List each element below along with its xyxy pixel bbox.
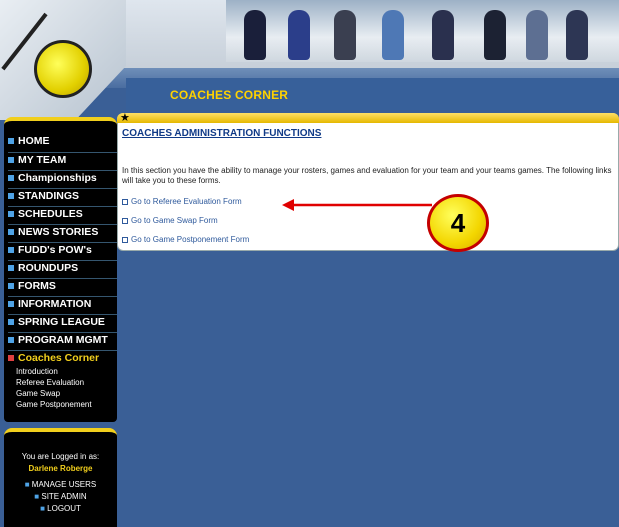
sidebar-item-fudds-pows[interactable]: FUDD's POW's [8,244,117,260]
divider [8,350,117,351]
sidebar-item-label: INFORMATION [18,298,92,310]
page-title: COACHES CORNER [170,88,289,102]
player-figure [382,10,404,60]
sidebar-item-label: STANDINGS [18,190,80,202]
bullet-icon [8,157,14,164]
user-panel: You are Logged in as: Darlene Roberge ■ … [4,428,117,527]
player-figure [526,10,548,60]
game-postponement-link[interactable]: Go to Game Postponement Form [122,235,249,244]
divider [8,260,117,261]
bullet-icon [8,337,14,344]
sidebar-item-label: SPRING LEAGUE [18,316,105,328]
link-bullet-icon [122,198,128,205]
bullet-icon [8,193,14,200]
link-label: LOGOUT [47,504,81,513]
sidebar-item-label: SCHEDULES [18,208,83,220]
sidebar-item-news-stories[interactable]: NEWS STORIES [8,226,117,242]
bullet-icon [8,211,14,218]
sidebar-item-label: HOME [18,135,50,147]
sidebar-item-label: ROUNDUPS [18,262,79,274]
intro-text: In this section you have the ability to … [122,166,612,185]
player-figure [244,10,266,60]
user-name: Darlene Roberge [28,464,93,473]
bullet-icon [8,301,14,308]
bullet-icon [8,138,14,145]
section-heading: COACHES ADMINISTRATION FUNCTIONS [122,128,322,139]
link-bullet-icon [122,236,128,243]
bullet-icon [8,265,14,272]
divider [8,296,117,297]
sidebar-item-label: Coaches Corner [18,352,100,364]
link-label: Go to Game Swap Form [131,216,218,225]
logged-in-label: You are Logged in as: [21,452,100,461]
manage-users-link[interactable]: ■ MANAGE USERS [4,480,117,489]
sidebar-nav: HOME MY TEAM Championships STANDINGS SCH… [4,117,117,422]
player-figure [334,10,356,60]
sidebar-subitem-game-postponement[interactable]: Game Postponement [16,400,92,409]
divider [8,314,117,315]
content-header-bar [117,113,619,123]
sidebar-subitem-referee-evaluation[interactable]: Referee Evaluation [16,378,84,387]
sidebar-item-label: FUDD's POW's [18,244,92,256]
bullet-icon [8,229,14,236]
sidebar-item-forms[interactable]: FORMS [8,280,117,296]
referee-evaluation-link[interactable]: Go to Referee Evaluation Form [122,197,242,206]
sidebar-item-roundups[interactable]: ROUNDUPS [8,262,117,278]
bullet-icon [8,247,14,254]
sidebar-item-championships[interactable]: Championships [8,172,117,188]
link-label: SITE ADMIN [41,492,87,501]
player-figure [484,10,506,60]
sidebar-subitem-game-swap[interactable]: Game Swap [16,389,60,398]
sidebar-item-label: Championships [18,172,97,184]
callout-arrow-icon [282,199,432,211]
divider [8,242,117,243]
divider [8,170,117,171]
player-figure [432,10,454,60]
bullet-icon [8,319,14,326]
divider [8,332,117,333]
sidebar-item-label: FORMS [18,280,56,292]
sidebar-item-information[interactable]: INFORMATION [8,298,117,314]
sidebar-item-schedules[interactable]: SCHEDULES [8,208,117,224]
bullet-icon [8,355,14,362]
link-label: Go to Game Postponement Form [131,235,250,244]
divider [8,224,117,225]
player-figure [566,10,588,60]
link-label: MANAGE USERS [31,480,97,489]
divider [8,188,117,189]
divider [8,152,117,153]
sidebar-item-coaches-corner[interactable]: Coaches Corner [8,352,117,368]
divider [8,278,117,279]
divider [8,206,117,207]
link-bullet-icon [122,217,128,224]
sidebar-item-label: NEWS STORIES [18,226,99,238]
helmet-icon [34,40,92,98]
sidebar-item-label: MY TEAM [18,154,67,166]
sidebar-item-standings[interactable]: STANDINGS [8,190,117,206]
sidebar-item-spring-league[interactable]: SPRING LEAGUE [8,316,117,332]
player-figure [288,10,310,60]
sidebar-item-label: PROGRAM MGMT [18,334,108,346]
bullet-icon: ■ [24,480,32,489]
site-logo[interactable] [0,0,126,120]
step-number-badge: 4 [427,194,489,252]
sidebar-item-my-team[interactable]: MY TEAM [8,154,117,170]
bullet-icon [8,283,14,290]
logout-link[interactable]: ■ LOGOUT [4,504,117,513]
sidebar-subitem-introduction[interactable]: Introduction [16,367,58,376]
page: COACHES CORNER HOME MY TEAM Championship… [0,0,619,527]
bullet-icon [8,175,14,182]
game-swap-link[interactable]: Go to Game Swap Form [122,216,218,225]
star-icon: ★ [120,111,130,124]
hockey-photo [226,0,619,62]
sidebar-item-program-mgmt[interactable]: PROGRAM MGMT [8,334,117,350]
sidebar-item-home[interactable]: HOME [8,135,117,151]
link-label: Go to Referee Evaluation Form [131,197,242,206]
site-admin-link[interactable]: ■ SITE ADMIN [4,492,117,501]
